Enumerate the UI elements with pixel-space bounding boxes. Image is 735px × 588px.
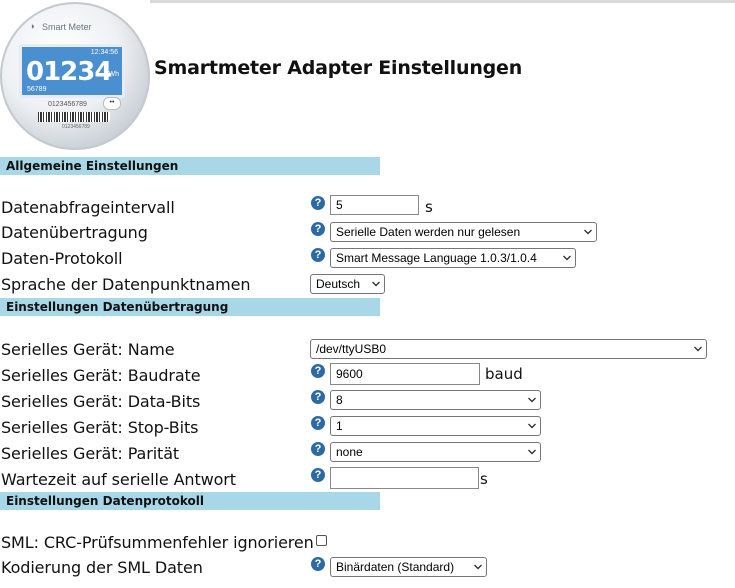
chevron-down-icon [528, 449, 536, 456]
chevron-down-icon [528, 397, 536, 404]
interval-unit: s [425, 198, 433, 216]
smart-meter-logo: ◗ Smart Meter 12:34:56 01234 kWh 56789 0… [0, 2, 150, 150]
chevron-down-icon [584, 229, 592, 236]
crc-label: SML: CRC-Prüfsummenfehler ignorieren [1, 533, 314, 552]
wait-input[interactable] [330, 467, 479, 489]
meter-unit: kWh [105, 71, 119, 78]
encoding-select[interactable]: Binärdaten (Standard) [330, 557, 487, 577]
help-icon[interactable]: ? [311, 196, 325, 210]
top-border [150, 0, 735, 3]
language-select[interactable]: Deutsch [310, 274, 385, 294]
stopbits-select[interactable]: 1 [330, 416, 541, 436]
protocol-select[interactable]: Smart Message Language 1.0.3/1.0.4 [330, 248, 576, 268]
encoding-label: Kodierung der SML Daten [1, 558, 203, 577]
databits-select[interactable]: 8 [330, 390, 541, 410]
barcode-icon [38, 112, 110, 122]
logo-brand: Smart Meter [42, 22, 92, 32]
serial-name-label: Serielles Gerät: Name [1, 340, 175, 359]
databits-select-value: 8 [336, 393, 343, 407]
help-icon[interactable]: ? [311, 557, 325, 571]
meter-serial: 0123456789 [48, 101, 87, 108]
section-transfer: Einstellungen Datenübertragung [0, 298, 380, 316]
interval-input[interactable] [330, 195, 419, 215]
chevron-down-icon [372, 281, 380, 288]
meter-sub: 56789 [27, 86, 47, 93]
chevron-down-icon [563, 255, 571, 262]
chevron-down-icon [474, 564, 482, 571]
meter-display: 12:34:56 01234 kWh 56789 [19, 44, 125, 98]
crc-checkbox[interactable] [316, 535, 327, 546]
help-icon[interactable]: ? [311, 468, 325, 482]
transfer-label: Datenübertragung [1, 223, 148, 242]
baudrate-input[interactable] [330, 363, 480, 385]
meter-dots-icon: •• [103, 97, 121, 110]
baudrate-label: Serielles Gerät: Baudrate [1, 366, 201, 385]
protocol-select-value: Smart Message Language 1.0.3/1.0.4 [336, 251, 537, 265]
baudrate-unit: baud [485, 365, 523, 383]
serial-name-select-value: /dev/ttyUSB0 [316, 342, 387, 356]
stopbits-label: Serielles Gerät: Stop-Bits [1, 418, 199, 437]
help-icon[interactable]: ? [311, 390, 325, 404]
wait-label: Wartezeit auf serielle Antwort [1, 470, 236, 489]
chevron-down-icon [528, 423, 536, 430]
section-general: Allgemeine Einstellungen [0, 157, 380, 175]
signal-icon: ◗ [30, 21, 36, 31]
wait-unit: s [480, 470, 488, 488]
encoding-select-value: Binärdaten (Standard) [336, 560, 455, 574]
stopbits-select-value: 1 [336, 419, 343, 433]
meter-time: 12:34:56 [90, 49, 118, 56]
help-icon[interactable]: ? [311, 442, 325, 456]
databits-label: Serielles Gerät: Data-Bits [1, 392, 201, 411]
page-title: Smartmeter Adapter Einstellungen [154, 57, 523, 79]
barcode-number: 0123456789 [62, 124, 90, 130]
section-protocol: Einstellungen Datenprotokoll [0, 492, 380, 510]
language-select-value: Deutsch [316, 277, 361, 291]
transfer-select[interactable]: Serielle Daten werden nur gelesen [330, 222, 597, 242]
language-label: Sprache der Datenpunktnamen [1, 275, 251, 294]
help-icon[interactable]: ? [311, 222, 325, 236]
parity-select[interactable]: none [330, 442, 541, 462]
meter-reading: 01234 [26, 57, 112, 87]
help-icon[interactable]: ? [311, 248, 325, 262]
serial-name-select[interactable]: /dev/ttyUSB0 [310, 339, 707, 359]
protocol-label: Daten-Protokoll [1, 249, 123, 268]
chevron-down-icon [694, 346, 702, 353]
interval-label: Datenabfrageintervall [1, 198, 175, 217]
parity-select-value: none [336, 445, 363, 459]
transfer-select-value: Serielle Daten werden nur gelesen [336, 225, 521, 239]
help-icon[interactable]: ? [311, 416, 325, 430]
parity-label: Serielles Gerät: Parität [1, 444, 180, 463]
help-icon[interactable]: ? [311, 364, 325, 378]
